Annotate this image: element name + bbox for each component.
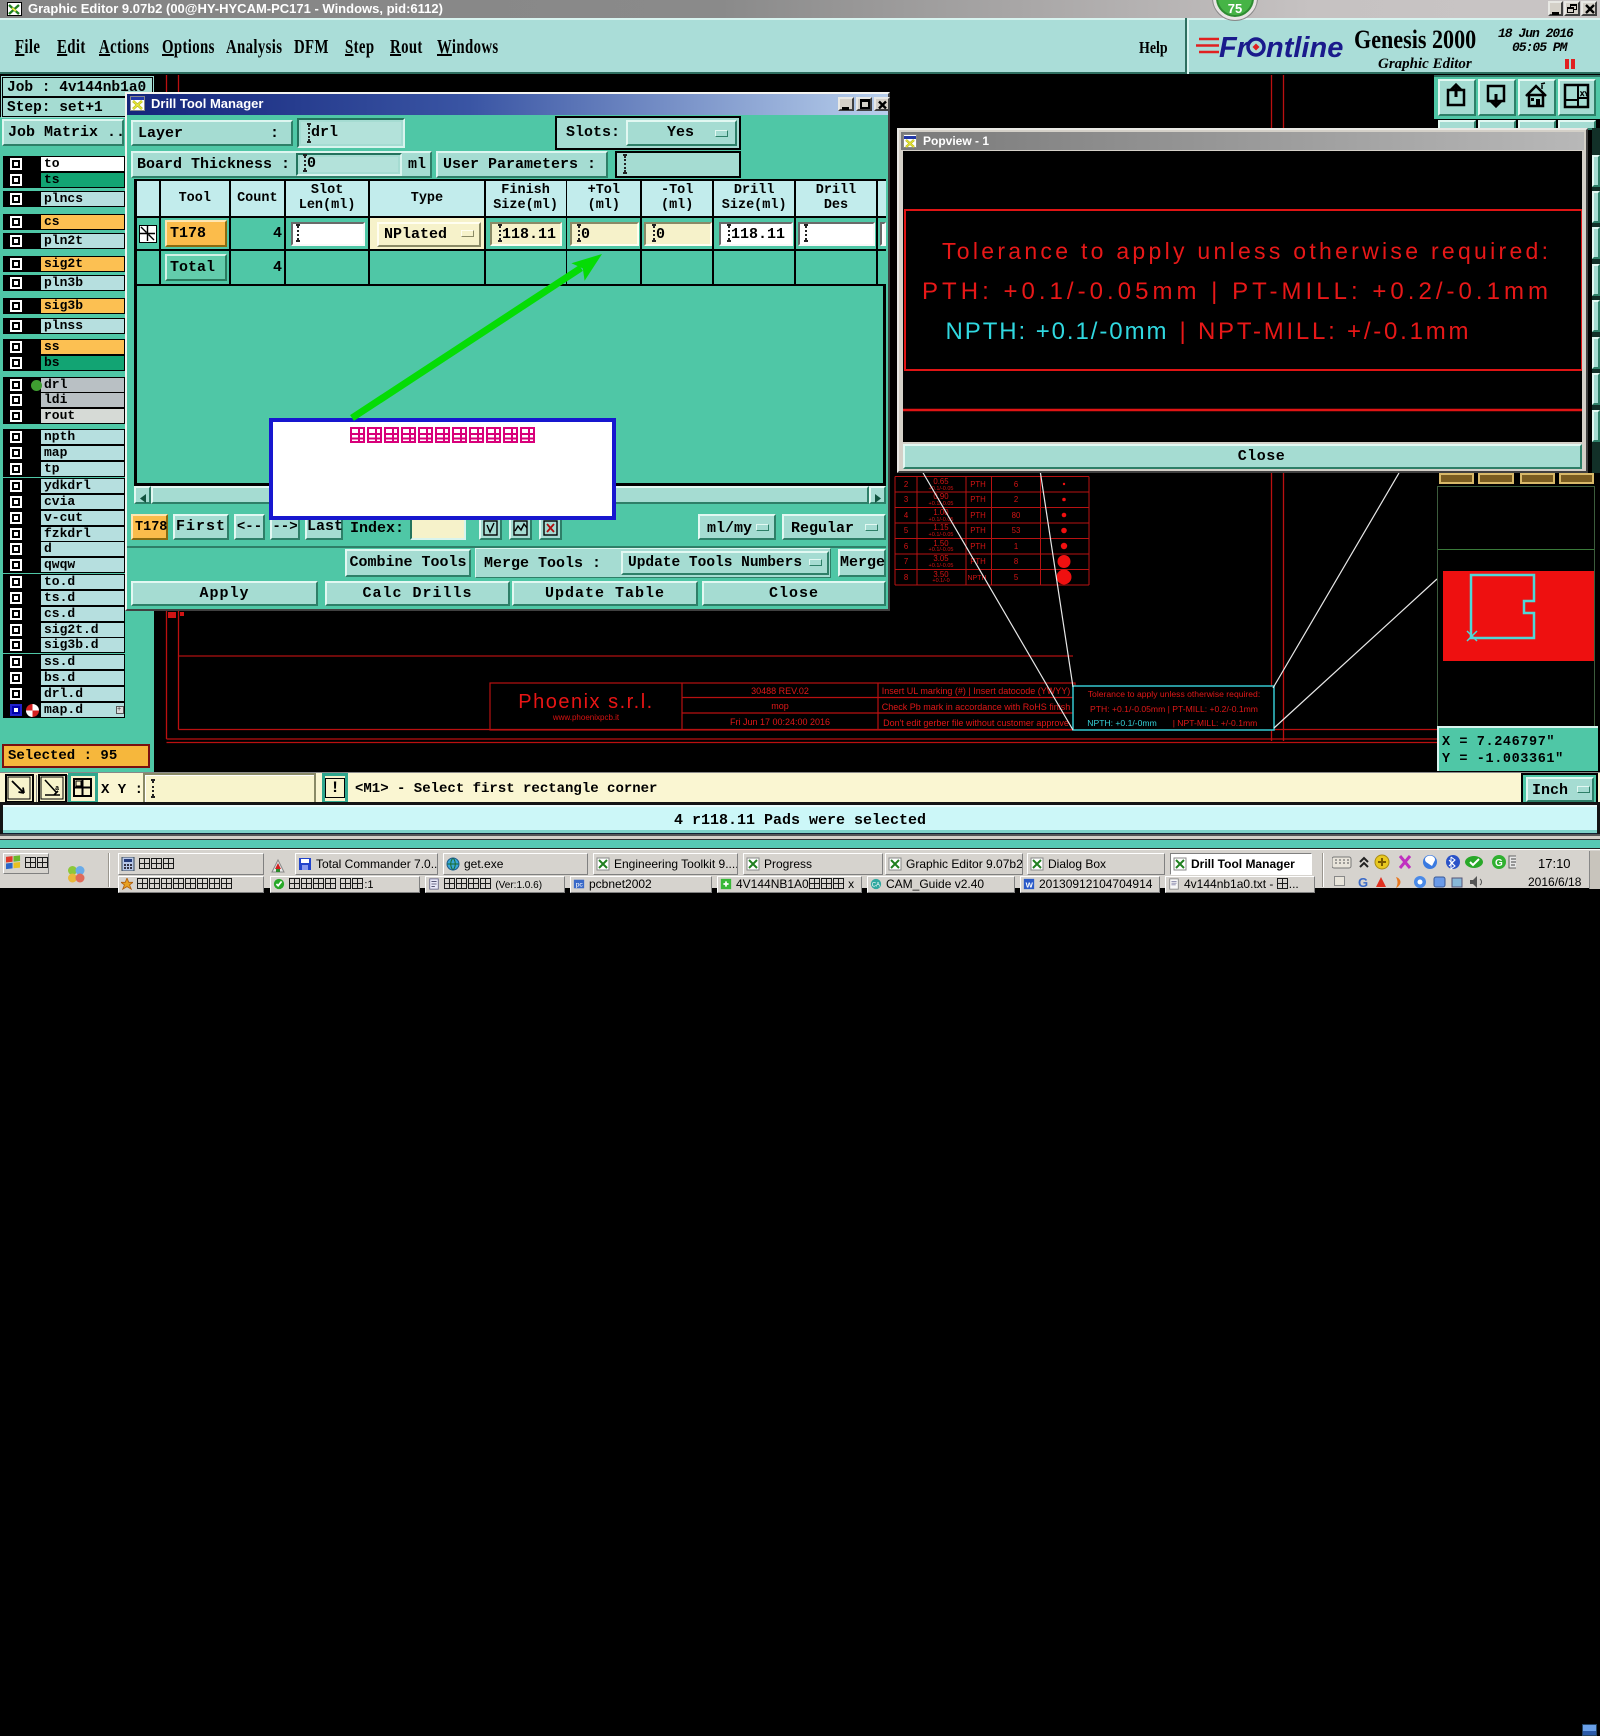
svg-text:2: 2 [1014,495,1018,504]
svg-text:W: W [1026,880,1034,889]
svg-text:0.65: 0.65 [933,477,949,486]
svg-text:+0.1/-0.05: +0.1/-0.05 [929,563,954,569]
svg-text:3.05: 3.05 [933,554,949,563]
svg-text:5: 5 [1014,573,1019,582]
svg-text:8: 8 [904,573,908,582]
svg-text:1: 1 [1014,542,1018,551]
svg-text:PTH: PTH [970,495,986,504]
svg-text:7: 7 [904,557,908,566]
svg-text:4: 4 [904,511,909,520]
svg-text:53: 53 [1012,526,1021,535]
svg-text:PTH: PTH [970,542,986,551]
svg-text:Insert UL marking (#) | Insert: Insert UL marking (#) | Insert datocode … [882,686,1071,696]
svg-text:Fri Jun 17 00:24:00 2016: Fri Jun 17 00:24:00 2016 [730,717,830,727]
svg-text:2: 2 [904,480,908,489]
svg-text:a: a [55,785,60,793]
svg-text:PTH: PTH [970,480,986,489]
svg-text:PTH: +0.1/-0.05mm | PT-MILL: +: PTH: +0.1/-0.05mm | PT-MILL: +0.2/-0.1mm [922,278,1548,305]
svg-text:6: 6 [1014,480,1018,489]
svg-text:30488 REV.02: 30488 REV.02 [751,686,809,696]
svg-text:+0.1/-0.05: +0.1/-0.05 [929,547,954,553]
svg-text:NPTH: +0.1/-0mm: NPTH: +0.1/-0mm [946,318,1167,345]
svg-text:1.15: 1.15 [933,523,949,532]
svg-text:6: 6 [904,542,908,551]
svg-text:+0.1/-0: +0.1/-0 [932,578,949,584]
svg-text:XY: XY [1580,91,1589,98]
svg-text:3: 3 [904,495,908,504]
svg-text:Tolerance to apply unless othe: Tolerance to apply unless otherwise requ… [1088,689,1260,699]
svg-text:NPTH: +0.1/-0mm: NPTH: +0.1/-0mm [1087,718,1156,728]
svg-text:www.phoenixpcb.it: www.phoenixpcb.it [552,713,620,722]
svg-text:8: 8 [1014,557,1018,566]
svg-text:G: G [1495,858,1503,869]
svg-text:80: 80 [1012,511,1021,520]
svg-text:5: 5 [904,526,909,535]
svg-text:PTH: PTH [970,526,986,535]
svg-text:Phoenix s.r.l.: Phoenix s.r.l. [518,691,654,713]
svg-text:| NPT-MILL: +/-0.1mm: | NPT-MILL: +/-0.1mm [1180,318,1469,345]
svg-text:Tolerance to apply unless othe: Tolerance to apply unless otherwise requ… [942,238,1548,264]
svg-text:Check Pb mark in accordance wi: Check Pb mark in accordance with RoHS fi… [882,702,1071,712]
svg-text:PTH: +0.1/-0.05mm | PT-MILL: +: PTH: +0.1/-0.05mm | PT-MILL: +0.2/-0.1mm [1090,704,1258,714]
svg-text:0.90: 0.90 [933,492,949,501]
svg-text:Don't edit gerber file without: Don't edit gerber file without customer … [883,718,1069,728]
svg-text:| NPT-MILL: +/-0.1mm: | NPT-MILL: +/-0.1mm [1173,718,1258,728]
svg-text:+0.1/-0.05: +0.1/-0.05 [929,532,954,538]
svg-text:mop: mop [771,701,789,711]
svg-text:PTH: PTH [970,511,986,520]
